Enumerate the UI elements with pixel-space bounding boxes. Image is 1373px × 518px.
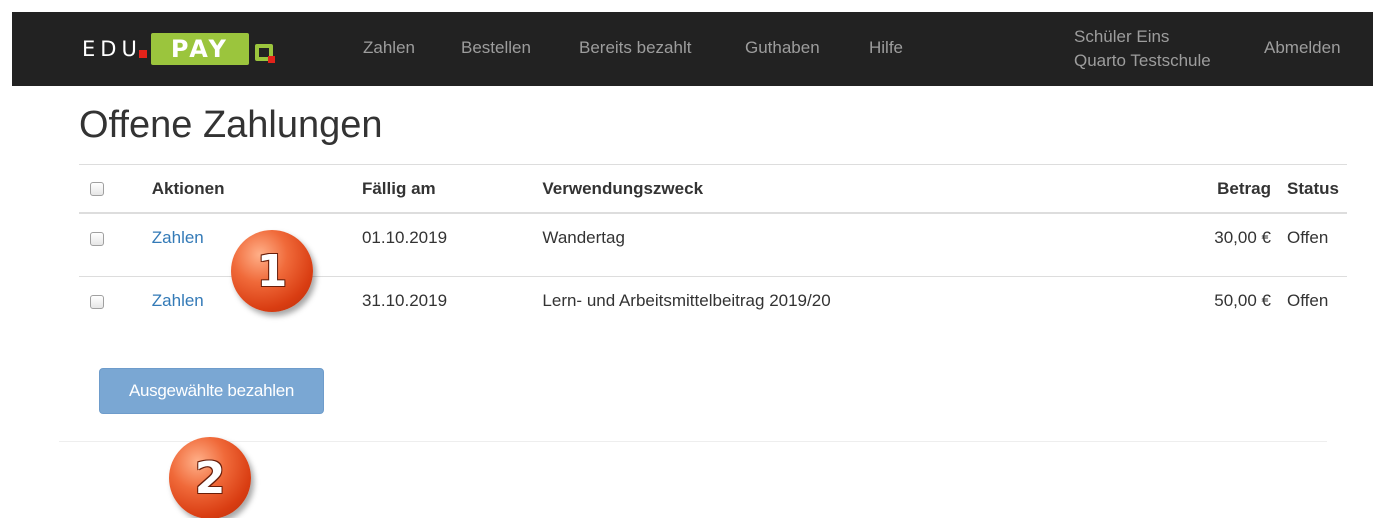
pay-selected-button[interactable]: Ausgewählte bezahlen: [99, 368, 324, 414]
select-all-checkbox[interactable]: [90, 182, 104, 197]
row-status: Offen: [1279, 213, 1347, 277]
row-status: Offen: [1287, 290, 1329, 310]
row-amount: 50,00 €: [1214, 290, 1271, 310]
row-checkbox[interactable]: [90, 232, 104, 247]
table-header-row: Aktionen Fällig am Verwendungszweck Betr…: [79, 165, 1347, 214]
row-purpose: Lern- und Arbeitsmittelbeitrag 2019/20: [542, 290, 831, 310]
nav-guthaben[interactable]: Guthaben: [745, 38, 820, 58]
nav-bereits-bezahlt[interactable]: Bereits bezahlt: [579, 38, 691, 58]
row-select-cell: [79, 213, 144, 277]
row-checkbox[interactable]: [90, 294, 104, 309]
callout-badge-1: 1: [231, 230, 313, 312]
select-all-cell: [79, 165, 144, 214]
nav-bestellen[interactable]: Bestellen: [461, 38, 531, 58]
row-select-cell: [79, 276, 144, 339]
callout-badge-2: 2: [169, 437, 251, 518]
row-amount: 30,00 €: [1131, 213, 1279, 277]
nav-zahlen[interactable]: Zahlen: [363, 38, 415, 58]
pay-link[interactable]: Zahlen: [152, 228, 204, 247]
logout-link[interactable]: Abmelden: [1264, 38, 1341, 58]
brand-logo[interactable]: EDU PAY: [82, 31, 275, 67]
header-purpose: Verwendungszweck: [534, 165, 1132, 214]
header-due: Fällig am: [353, 165, 535, 214]
brand-dot-icon: [138, 50, 147, 58]
header-status: Status: [1279, 165, 1347, 214]
header-amount: Betrag: [1131, 165, 1279, 214]
pay-link[interactable]: Zahlen: [152, 291, 204, 310]
nav-hilfe[interactable]: Hilfe: [869, 38, 903, 58]
row-due: 01.10.2019: [353, 213, 535, 277]
footer-divider: [59, 441, 1327, 442]
page-title: Offene Zahlungen: [79, 104, 383, 146]
brand-edu-text: EDU: [82, 37, 142, 61]
user-name: Schüler Eins: [1074, 27, 1170, 46]
nav-user-info[interactable]: Schüler Eins Quarto Testschule: [1074, 25, 1211, 73]
top-navbar: EDU PAY Zahlen Bestellen Bereits bezahlt…: [12, 12, 1373, 86]
row-purpose: Wandertag: [534, 213, 1132, 277]
brand-pay-text: PAY: [150, 33, 249, 65]
header-actions: Aktionen: [143, 165, 354, 214]
row-due: 31.10.2019: [361, 290, 448, 310]
school-name: Quarto Testschule: [1074, 51, 1211, 70]
brand-q-icon: [254, 43, 275, 63]
